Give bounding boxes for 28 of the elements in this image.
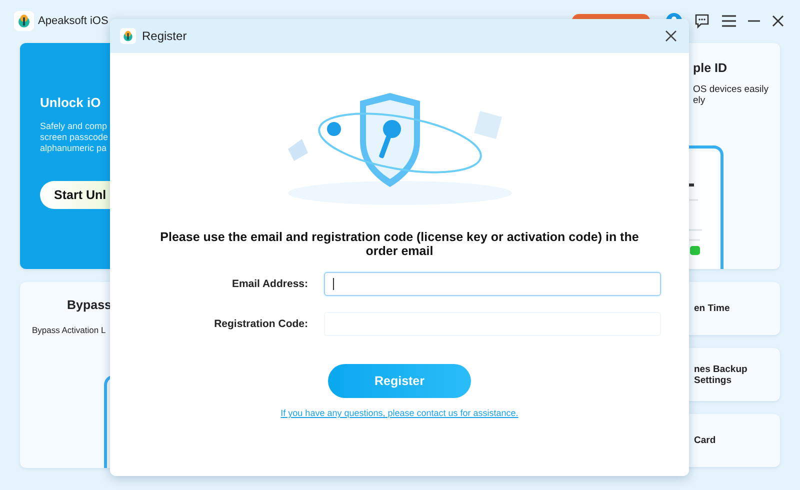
app-title: Apeaksoft iOS bbox=[38, 15, 108, 27]
card-description: Bypass Activation L bbox=[32, 325, 106, 335]
card-description: screen passcode bbox=[40, 132, 108, 143]
input-field[interactable] bbox=[324, 272, 661, 296]
close-icon[interactable] bbox=[665, 30, 677, 42]
card-description: ely bbox=[693, 95, 706, 106]
feedback-icon[interactable] bbox=[694, 13, 710, 29]
card-title: Settings bbox=[694, 374, 732, 386]
card-title: Card bbox=[694, 435, 716, 446]
card-description: OS devices easily bbox=[693, 84, 770, 95]
register-button[interactable]: Register bbox=[328, 364, 471, 398]
field-label: Email Address: bbox=[230, 278, 308, 290]
card-description: alphanumeric pa bbox=[40, 143, 107, 154]
card-title: en Time bbox=[694, 303, 730, 314]
card-title: Bypass bbox=[66, 298, 112, 312]
card-title: nes Backup bbox=[694, 364, 748, 374]
card-title: ple ID bbox=[693, 61, 728, 75]
app-logo-icon bbox=[120, 28, 136, 44]
menu-icon[interactable] bbox=[722, 15, 736, 27]
minimize-icon[interactable] bbox=[748, 20, 760, 22]
instruction-text: Please use the email and registration code (license key or activation code) in the order email bbox=[160, 230, 640, 258]
card-description: Safely and comp bbox=[40, 121, 108, 132]
app-logo-icon bbox=[14, 11, 34, 31]
field-label: Registration Code: bbox=[213, 318, 308, 330]
dialog-title: Register bbox=[142, 29, 188, 43]
card-title: Unlock iO bbox=[40, 95, 101, 110]
close-icon[interactable] bbox=[772, 15, 784, 27]
contact-link[interactable]: If you have any questions, please contact us for assistance. bbox=[280, 408, 518, 418]
